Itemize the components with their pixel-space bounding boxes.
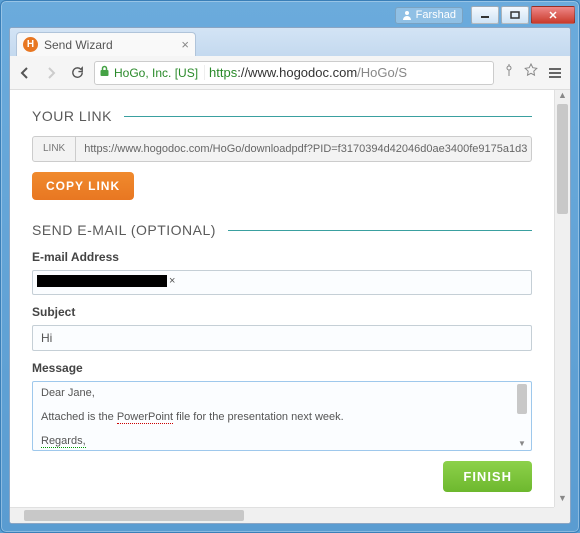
- horizontal-scrollbar[interactable]: [10, 507, 554, 523]
- url-scheme: https: [209, 65, 237, 80]
- finish-button[interactable]: FINISH: [443, 461, 532, 492]
- back-button[interactable]: [16, 64, 34, 82]
- maximize-button[interactable]: [501, 6, 529, 24]
- email-field[interactable]: ×: [32, 270, 532, 295]
- email-chip-remove-icon[interactable]: ×: [169, 275, 175, 287]
- tab-bar: H Send Wizard ×: [10, 28, 570, 56]
- message-label: Message: [32, 361, 532, 375]
- link-label: LINK: [33, 137, 76, 161]
- copy-link-button[interactable]: COPY LINK: [32, 172, 134, 200]
- url-host: ://www.hogodoc.com: [237, 65, 357, 80]
- omnibox-actions: [502, 63, 538, 82]
- site-identity[interactable]: HoGo, Inc. [US]: [99, 65, 205, 80]
- titlebar: Farshad: [1, 1, 579, 27]
- vertical-scroll-thumb[interactable]: [557, 104, 568, 214]
- forward-button: [42, 64, 60, 82]
- subject-label: Subject: [32, 305, 532, 319]
- email-chip[interactable]: ×: [37, 275, 175, 287]
- bookmark-icon[interactable]: [524, 63, 538, 82]
- link-display: LINK https://www.hogodoc.com/HoGo/downlo…: [32, 136, 532, 162]
- browser-shell: H Send Wizard × HoGo, Inc. [US]: [9, 27, 571, 524]
- page-content: YOUR LINK LINK https://www.hogodoc.com/H…: [10, 90, 554, 507]
- send-email-title-text: SEND E-MAIL (OPTIONAL): [32, 222, 216, 238]
- tab-title: Send Wizard: [44, 38, 113, 52]
- message-text: Dear Jane, Attached is the PowerPoint fi…: [41, 387, 523, 447]
- back-icon: [17, 65, 33, 81]
- address-bar: HoGo, Inc. [US] https://www.hogodoc.com/…: [10, 56, 570, 90]
- close-icon: [548, 11, 558, 19]
- reload-icon: [70, 65, 85, 80]
- your-link-heading: YOUR LINK: [32, 108, 532, 124]
- maximize-icon: [510, 11, 520, 19]
- os-window: Farshad H Send Wizard ×: [0, 0, 580, 533]
- horizontal-scroll-thumb[interactable]: [24, 510, 244, 521]
- forward-icon: [43, 65, 59, 81]
- message-textarea[interactable]: Dear Jane, Attached is the PowerPoint fi…: [32, 381, 532, 451]
- location-icon[interactable]: [502, 63, 516, 82]
- lock-icon: [99, 65, 110, 80]
- message-scrollbar[interactable]: ▼: [515, 384, 529, 448]
- user-name: Farshad: [416, 9, 456, 21]
- email-address-label: E-mail Address: [32, 250, 532, 264]
- link-value[interactable]: https://www.hogodoc.com/HoGo/downloadpdf…: [76, 137, 531, 161]
- menu-button[interactable]: [546, 64, 564, 82]
- browser-tab[interactable]: H Send Wizard ×: [16, 32, 196, 56]
- your-link-title-text: YOUR LINK: [32, 108, 112, 124]
- ev-identity: HoGo, Inc. [US]: [114, 66, 198, 80]
- scroll-corner: [554, 507, 570, 523]
- url-path: /HoGo/S: [357, 65, 407, 80]
- omnibox[interactable]: HoGo, Inc. [US] https://www.hogodoc.com/…: [94, 61, 494, 85]
- tab-close-icon[interactable]: ×: [181, 38, 189, 51]
- subject-input[interactable]: [32, 325, 532, 351]
- message-scroll-down-icon[interactable]: ▼: [515, 439, 529, 448]
- menu-icon: [547, 66, 563, 80]
- send-email-heading: SEND E-MAIL (OPTIONAL): [32, 222, 532, 238]
- close-button[interactable]: [531, 6, 575, 24]
- user-icon: [402, 10, 412, 20]
- user-chip[interactable]: Farshad: [395, 7, 463, 24]
- minimize-icon: [480, 11, 490, 19]
- reload-button[interactable]: [68, 64, 86, 82]
- scroll-down-icon[interactable]: ▼: [555, 493, 570, 507]
- vertical-scrollbar[interactable]: ▲ ▼: [554, 90, 570, 507]
- message-scroll-thumb[interactable]: [517, 384, 527, 414]
- scroll-up-icon[interactable]: ▲: [555, 90, 570, 104]
- email-chip-redacted: [37, 275, 167, 287]
- favicon-icon: H: [23, 37, 38, 52]
- minimize-button[interactable]: [471, 6, 499, 24]
